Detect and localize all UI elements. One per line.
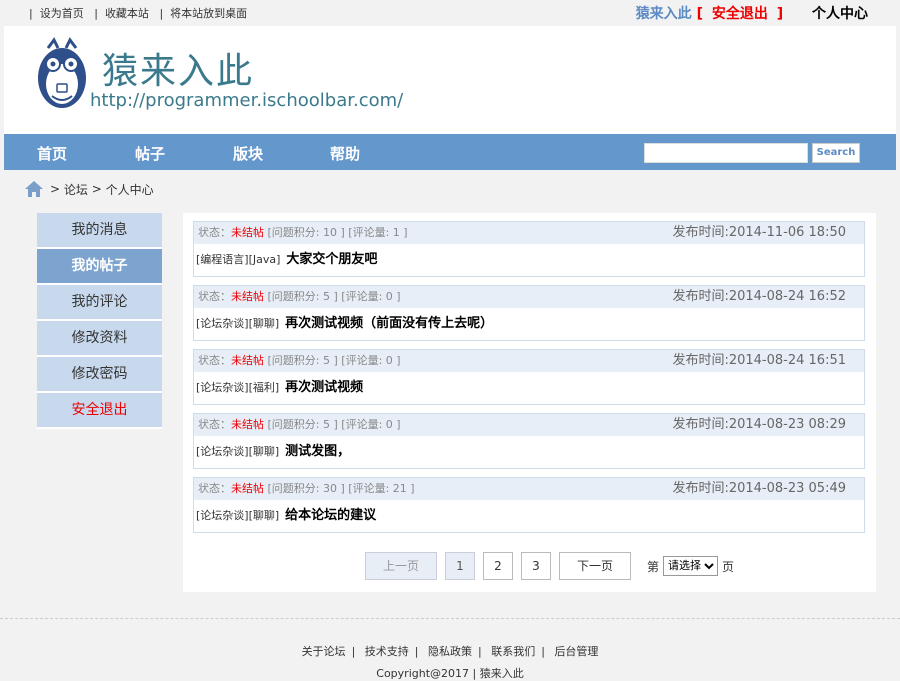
post-status-label: 状态： [198, 354, 231, 367]
post-meta: 状态：未结帖 [问题积分: 5 ] [评论量: 0 ] 发布时间:2014-08… [194, 286, 864, 308]
post-title-link[interactable]: 再次测试视频 [285, 380, 363, 395]
post-status: 未结帖 [231, 290, 264, 303]
post-title-link[interactable]: 给本论坛的建议 [285, 508, 376, 523]
post-score: [问题积分: 30 ] [267, 482, 345, 495]
breadcrumb-sep: > [50, 182, 61, 196]
top-bar: | 设为首页 | 收藏本站 | 将本站放到桌面 猿来入此 [ 安全退出 ] 个人中心 [0, 0, 900, 26]
post-status: 未结帖 [231, 418, 264, 431]
page-2-button[interactable]: 2 [483, 552, 513, 580]
nav-item-posts[interactable]: 帖子 [135, 143, 165, 164]
post-category[interactable]: [论坛杂谈][聊聊] [196, 509, 279, 522]
user-area: 猿来入此 [ 安全退出 ] 个人中心 [636, 3, 868, 23]
page-select[interactable]: 请选择 [663, 556, 719, 576]
post-item: 状态：未结帖 [问题积分: 30 ] [评论量: 21 ] 发布时间:2014-… [193, 477, 865, 533]
desktop-shortcut-link[interactable]: 将本站放到桌面 [170, 7, 247, 20]
post-category[interactable]: [编程语言][Java] [196, 253, 280, 266]
post-comments: [评论量: 21 ] [348, 482, 415, 495]
post-score: [问题积分: 5 ] [267, 290, 338, 303]
sidebar-item-my-messages[interactable]: 我的消息 [37, 213, 162, 249]
post-title-link[interactable]: 大家交个朋友吧 [286, 252, 377, 267]
post-meta: 状态：未结帖 [问题积分: 5 ] [评论量: 0 ] 发布时间:2014-08… [194, 414, 864, 436]
post-item: 状态：未结帖 [问题积分: 10 ] [评论量: 1 ] 发布时间:2014-1… [193, 221, 865, 277]
footer-contact-link[interactable]: 联系我们 [491, 645, 535, 658]
sidebar-item-change-password[interactable]: 修改密码 [37, 357, 162, 393]
post-status: 未结帖 [231, 226, 264, 239]
nav-item-boards[interactable]: 版块 [233, 143, 263, 164]
post-time: 发布时间:2014-08-24 16:52 [672, 289, 846, 304]
post-meta: 状态：未结帖 [问题积分: 10 ] [评论量: 1 ] 发布时间:2014-1… [194, 222, 864, 244]
top-logout-link[interactable]: 安全退出 [712, 6, 768, 22]
nav-item-home[interactable]: 首页 [37, 143, 67, 164]
post-status-label: 状态： [198, 290, 231, 303]
post-comments: [评论量: 1 ] [348, 226, 408, 239]
copyright: Copyright@2017 | 猿来入此 [376, 667, 524, 680]
search-input[interactable] [644, 143, 808, 163]
post-title-link[interactable]: 再次测试视频（前面没有传上去呢） [285, 316, 493, 331]
top-links: | 设为首页 | 收藏本站 | 将本站放到桌面 [29, 7, 248, 20]
post-status: 未结帖 [231, 354, 264, 367]
post-category[interactable]: [论坛杂谈][聊聊] [196, 445, 279, 458]
post-score: [问题积分: 10 ] [267, 226, 345, 239]
home-icon[interactable] [24, 180, 44, 198]
footer-divider [0, 618, 900, 619]
page-1-button[interactable]: 1 [445, 552, 475, 580]
footer-privacy-link[interactable]: 隐私政策 [428, 645, 472, 658]
breadcrumb-forum[interactable]: 论坛 [64, 181, 88, 198]
nav-item-help[interactable]: 帮助 [330, 143, 360, 164]
post-status: 未结帖 [231, 482, 264, 495]
footer-links: 关于论坛 | 技术支持 | 隐私政策 | 联系我们 | 后台管理 [301, 645, 599, 658]
bracket-open: [ [696, 6, 703, 22]
user-center-link[interactable]: 个人中心 [812, 6, 868, 22]
post-score: [问题积分: 5 ] [267, 354, 338, 367]
post-status-label: 状态： [198, 226, 231, 239]
site-url: http://programmer.ischoolbar.com/ [90, 90, 404, 111]
post-item: 状态：未结帖 [问题积分: 5 ] [评论量: 0 ] 发布时间:2014-08… [193, 413, 865, 469]
post-item: 状态：未结帖 [问题积分: 5 ] [评论量: 0 ] 发布时间:2014-08… [193, 349, 865, 405]
breadcrumb-sep: > [91, 182, 102, 196]
sidebar: 我的消息 我的帖子 我的评论 修改资料 修改密码 安全退出 [37, 213, 162, 429]
pagination: 上一页 1 2 3 下一页 第 请选择 页 [365, 552, 734, 580]
post-comments: [评论量: 0 ] [341, 290, 401, 303]
prev-page-button[interactable]: 上一页 [365, 552, 437, 580]
post-status-label: 状态： [198, 482, 231, 495]
page-suffix-label: 页 [722, 559, 735, 574]
set-homepage-link[interactable]: 设为首页 [40, 7, 84, 20]
sidebar-item-edit-profile[interactable]: 修改资料 [37, 321, 162, 357]
bookmark-link[interactable]: 收藏本站 [105, 7, 149, 20]
sidebar-item-my-posts[interactable]: 我的帖子 [37, 249, 162, 285]
sidebar-item-logout[interactable]: 安全退出 [37, 393, 162, 429]
page-prefix-label: 第 [647, 559, 660, 574]
post-list-panel: 状态：未结帖 [问题积分: 10 ] [评论量: 1 ] 发布时间:2014-1… [183, 213, 876, 592]
post-score: [问题积分: 5 ] [267, 418, 338, 431]
post-status-label: 状态： [198, 418, 231, 431]
footer-about-link[interactable]: 关于论坛 [302, 645, 346, 658]
monkey-logo-icon [38, 37, 86, 108]
post-time: 发布时间:2014-08-23 08:29 [672, 417, 846, 432]
post-category[interactable]: [论坛杂谈][聊聊] [196, 317, 279, 330]
post-comments: [评论量: 0 ] [341, 418, 401, 431]
site-title: 猿来入此 [102, 51, 255, 92]
site-header: 猿来入此 http://programmer.ischoolbar.com/ [4, 26, 896, 134]
post-meta: 状态：未结帖 [问题积分: 30 ] [评论量: 21 ] 发布时间:2014-… [194, 478, 864, 500]
sidebar-item-my-comments[interactable]: 我的评论 [37, 285, 162, 321]
username-link[interactable]: 猿来入此 [636, 6, 692, 22]
post-time: 发布时间:2014-08-24 16:51 [672, 353, 846, 368]
post-title-link[interactable]: 测试发图， [285, 444, 350, 459]
post-meta: 状态：未结帖 [问题积分: 5 ] [评论量: 0 ] 发布时间:2014-08… [194, 350, 864, 372]
breadcrumb: > 论坛 > 个人中心 [24, 180, 154, 198]
footer-support-link[interactable]: 技术支持 [365, 645, 409, 658]
next-page-button[interactable]: 下一页 [559, 552, 631, 580]
post-comments: [评论量: 0 ] [341, 354, 401, 367]
post-item: 状态：未结帖 [问题积分: 5 ] [评论量: 0 ] 发布时间:2014-08… [193, 285, 865, 341]
search-button[interactable]: Search [812, 143, 860, 163]
bracket-close: ] [776, 6, 784, 22]
main-nav: 首页 帖子 版块 帮助 Search [4, 134, 896, 170]
post-time: 发布时间:2014-11-06 18:50 [672, 225, 846, 240]
post-time: 发布时间:2014-08-23 05:49 [672, 481, 846, 496]
page-3-button[interactable]: 3 [521, 552, 551, 580]
footer-admin-link[interactable]: 后台管理 [554, 645, 598, 658]
breadcrumb-current: 个人中心 [105, 182, 154, 197]
post-category[interactable]: [论坛杂谈][福利] [196, 381, 279, 394]
